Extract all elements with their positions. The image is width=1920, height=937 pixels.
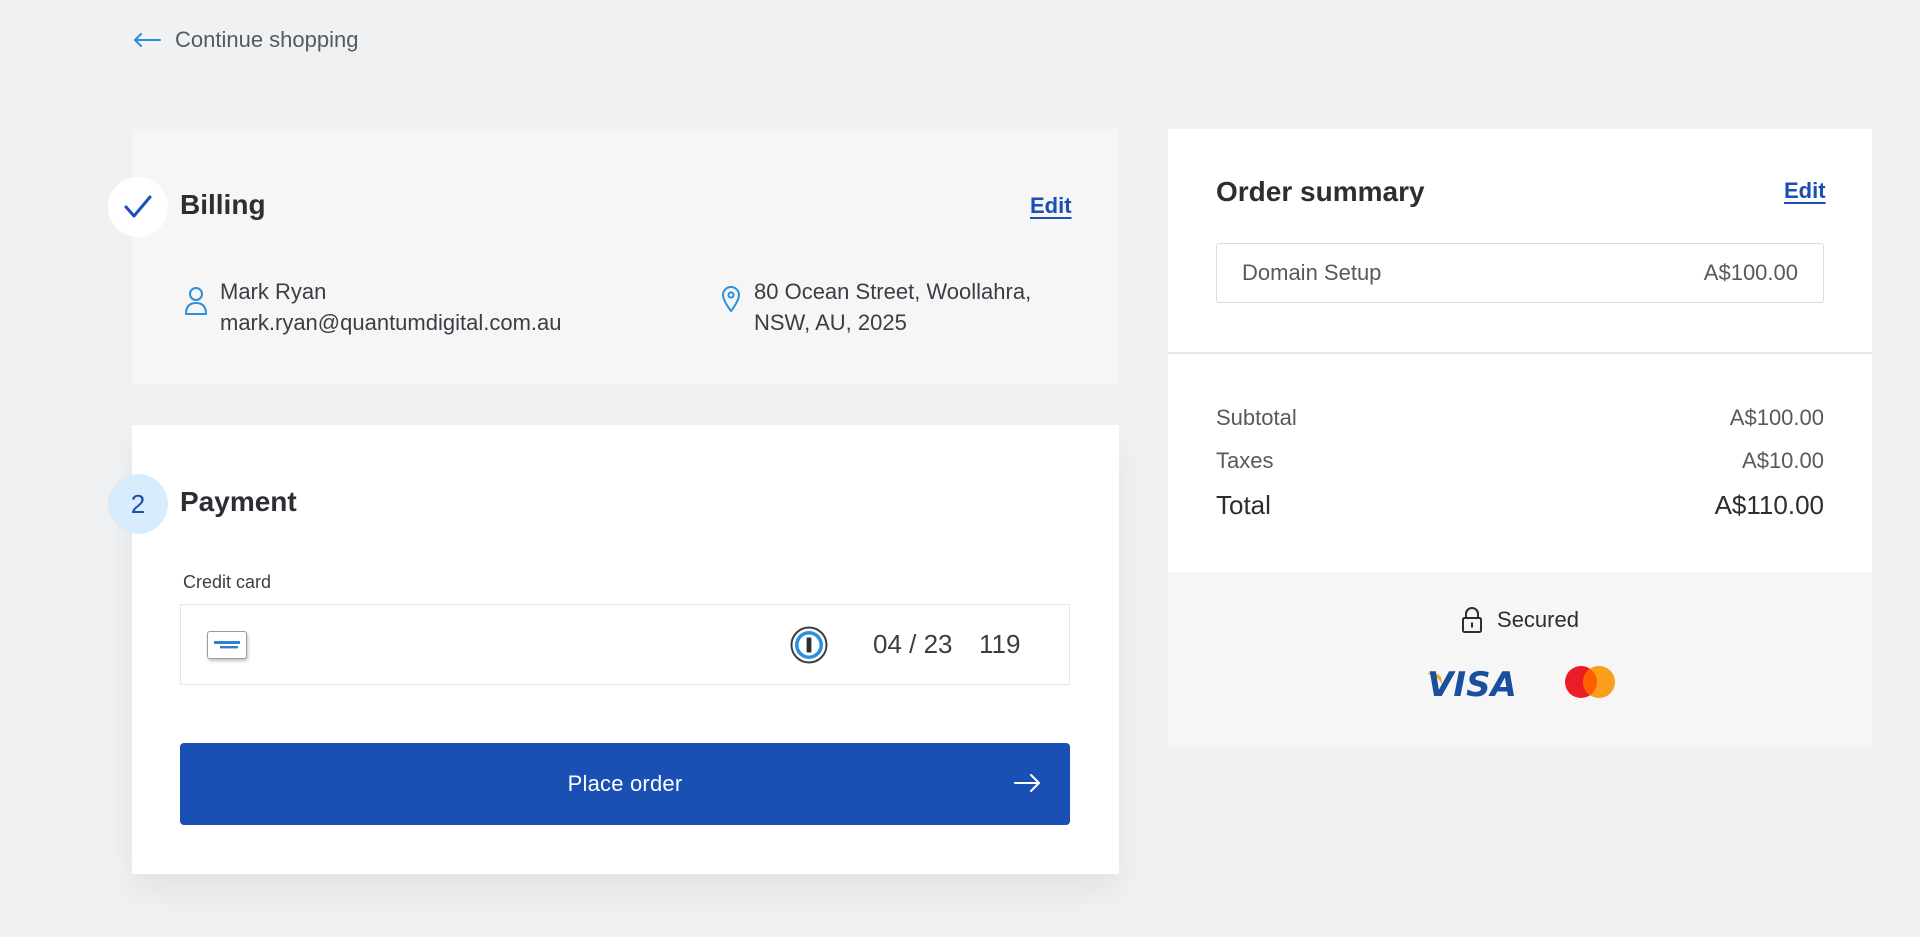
taxes-row: Taxes A$10.00	[1216, 448, 1824, 474]
credit-card-label: Credit card	[183, 572, 272, 592]
total-label: Total	[1216, 490, 1271, 520]
checkmark-icon	[124, 195, 152, 218]
payment-step-badge: 2	[108, 474, 168, 534]
total-row: Total A$110.00	[1216, 490, 1824, 521]
order-line-item: Domain Setup A$100.00	[1216, 243, 1824, 303]
secure-payment-panel: Secured VISA	[1168, 572, 1872, 747]
subtotal-value: A$100.00	[1729, 405, 1824, 430]
billing-title: Billing	[180, 189, 266, 220]
billing-section: Billing Edit Mark Ryan mark.ryan@quantum…	[108, 129, 1119, 384]
billing-address-line2: NSW, AU, 2025	[754, 310, 907, 335]
taxes-label: Taxes	[1216, 448, 1274, 473]
visa-logo-icon: VISA	[1427, 665, 1517, 699]
billing-complete-badge	[108, 177, 168, 237]
location-pin-icon	[722, 286, 740, 312]
line-item-price: A$100.00	[1703, 260, 1798, 285]
payment-section: 2 Payment Credit card 04 / 23 119 Place …	[108, 425, 1119, 874]
subtotal-row: Subtotal A$100.00	[1216, 405, 1824, 431]
taxes-value: A$10.00	[1742, 448, 1824, 473]
secured-label: Secured	[1497, 607, 1579, 632]
place-order-label: Place order	[567, 771, 683, 796]
continue-shopping-link[interactable]: Continue shopping	[133, 24, 358, 56]
secured-badge: Secured	[1168, 606, 1872, 634]
billing-email: mark.ryan@quantumdigital.com.au	[220, 310, 562, 335]
lock-icon	[1462, 607, 1483, 633]
card-cvc[interactable]: 119	[979, 629, 1020, 660]
total-value: A$110.00	[1714, 490, 1824, 520]
summary-divider	[1168, 352, 1872, 354]
billing-edit-link[interactable]: Edit	[1030, 193, 1072, 219]
order-summary: Order summary Edit Domain Setup A$100.00…	[1168, 129, 1872, 747]
mastercard-logo-icon	[1565, 666, 1615, 698]
place-order-button[interactable]: Place order	[180, 743, 1070, 825]
credit-card-input[interactable]: 04 / 23 119	[180, 604, 1070, 685]
line-item-name: Domain Setup	[1242, 260, 1382, 285]
user-icon	[185, 287, 207, 315]
svg-text:VISA: VISA	[1427, 665, 1517, 699]
arrow-left-icon	[134, 33, 161, 47]
arrow-right-icon	[1014, 774, 1040, 792]
billing-address-line1: 80 Ocean Street, Woollahra,	[754, 279, 1032, 304]
billing-contact: Mark Ryan mark.ryan@quantumdigital.com.a…	[184, 276, 561, 338]
order-summary-edit-link[interactable]: Edit	[1784, 178, 1826, 204]
subtotal-label: Subtotal	[1216, 405, 1297, 430]
accepted-cards: VISA	[1168, 665, 1872, 699]
card-expiry[interactable]: 04 / 23	[873, 629, 953, 660]
payment-title: Payment	[180, 486, 297, 517]
amex-card-icon	[207, 631, 247, 659]
continue-shopping-label: Continue shopping	[175, 27, 359, 52]
password-manager-icon[interactable]	[790, 626, 828, 664]
billing-address: 80 Ocean Street, Woollahra, NSW, AU, 202…	[720, 276, 1031, 338]
step-number: 2	[130, 488, 146, 519]
order-summary-title: Order summary	[1216, 176, 1425, 207]
billing-name: Mark Ryan	[220, 279, 327, 304]
